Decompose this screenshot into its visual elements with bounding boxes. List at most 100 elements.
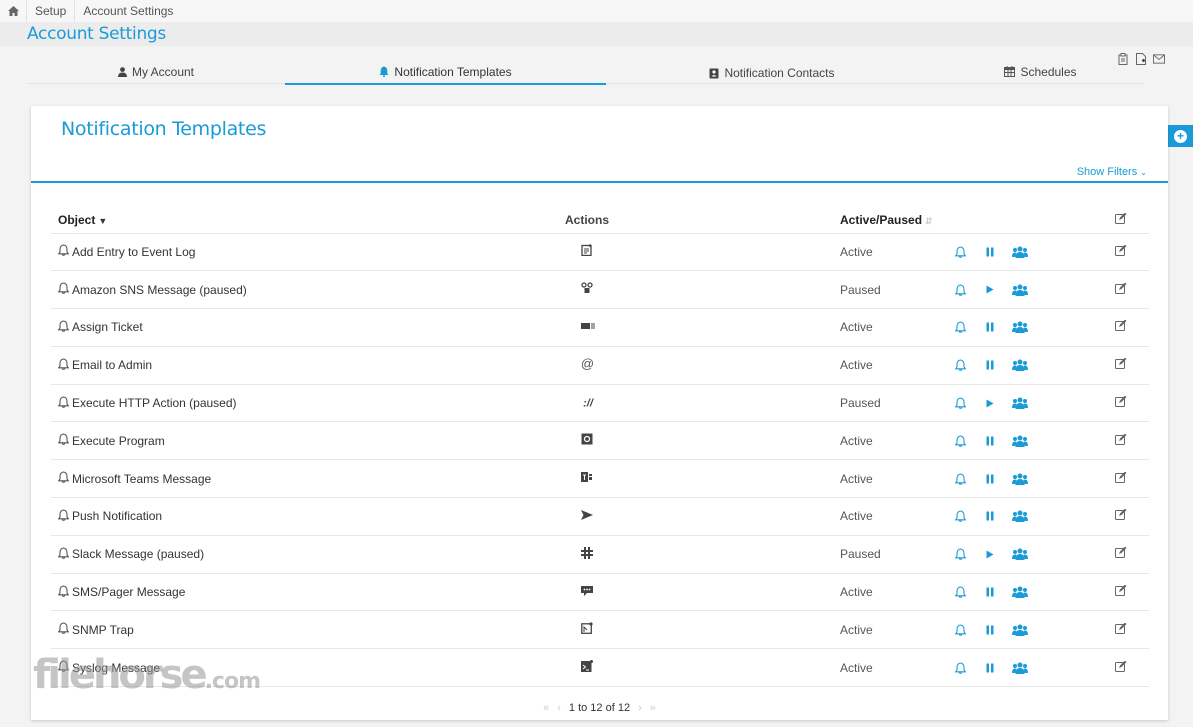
tab-schedules[interactable]: Schedules (938, 60, 1143, 83)
table-row[interactable]: Amazon SNS Message (paused) Paused (51, 270, 1149, 310)
play-icon[interactable] (981, 281, 999, 299)
envelope-icon[interactable] (1153, 52, 1165, 65)
pause-icon[interactable] (981, 318, 999, 336)
test-notification-bell-icon[interactable] (951, 621, 969, 639)
breadcrumb-account-settings[interactable]: Account Settings (75, 0, 181, 22)
add-document-icon[interactable] (1135, 52, 1147, 65)
users-icon[interactable] (1011, 432, 1029, 450)
template-name[interactable]: Syslog Message (72, 661, 160, 675)
controls-cell (939, 535, 1106, 574)
template-name[interactable]: SMS/Pager Message (72, 585, 185, 599)
test-notification-bell-icon[interactable] (951, 318, 969, 336)
edit-icon[interactable] (1115, 320, 1127, 332)
show-filters-link[interactable]: Show Filters ⌄ (1077, 166, 1147, 178)
table-row[interactable]: Slack Message (paused) Paused (51, 535, 1149, 574)
template-name[interactable]: Slack Message (paused) (72, 547, 204, 561)
status-text: Paused (840, 547, 881, 562)
table-row[interactable]: Execute HTTP Action (paused):// Paused (51, 384, 1149, 423)
play-icon[interactable] (981, 545, 999, 563)
edit-icon[interactable] (1115, 471, 1127, 483)
first-page-button[interactable]: « (543, 702, 549, 714)
template-name[interactable]: Assign Ticket (72, 320, 143, 334)
table-row[interactable]: Push Notification Active (51, 497, 1149, 536)
tab-my-account[interactable]: My Account (27, 60, 285, 83)
users-icon[interactable] (1011, 583, 1029, 601)
pause-icon[interactable] (981, 583, 999, 601)
edit-icon[interactable] (1115, 244, 1127, 256)
tab-notification-contacts[interactable]: Notification Contacts (606, 60, 938, 83)
table-row[interactable]: Syslog Message Active (51, 648, 1149, 688)
test-notification-bell-icon[interactable] (951, 394, 969, 412)
users-icon[interactable] (1011, 507, 1029, 525)
test-notification-bell-icon[interactable] (951, 659, 969, 677)
table-row[interactable]: Microsoft Teams Message Active (51, 459, 1149, 499)
template-name[interactable]: Amazon SNS Message (paused) (72, 283, 247, 297)
edit-icon[interactable] (1115, 585, 1127, 597)
edit-icon[interactable] (1115, 396, 1127, 408)
test-notification-bell-icon[interactable] (951, 281, 969, 299)
table-row[interactable]: Add Entry to Event Log Active (51, 233, 1149, 272)
test-notification-bell-icon[interactable] (951, 432, 969, 450)
test-notification-bell-icon[interactable] (951, 243, 969, 261)
template-name[interactable]: Microsoft Teams Message (72, 472, 211, 486)
pause-icon[interactable] (981, 507, 999, 525)
users-icon[interactable] (1011, 470, 1029, 488)
pause-icon[interactable] (981, 356, 999, 374)
users-icon[interactable] (1011, 659, 1029, 677)
template-name[interactable]: SNMP Trap (72, 623, 134, 637)
users-icon[interactable] (1011, 281, 1029, 299)
header-status[interactable]: Active/Paused ⇵ (833, 208, 939, 234)
pause-icon[interactable] (981, 243, 999, 261)
template-name[interactable]: Execute Program (72, 434, 165, 448)
play-icon[interactable] (981, 394, 999, 412)
object-cell: Microsoft Teams Message (51, 459, 565, 499)
pause-icon[interactable] (981, 659, 999, 677)
test-notification-bell-icon[interactable] (951, 356, 969, 374)
next-page-button[interactable]: › (638, 702, 642, 714)
prev-page-button[interactable]: ‹ (557, 702, 561, 714)
template-name[interactable]: Push Notification (72, 509, 162, 523)
pause-icon[interactable] (981, 621, 999, 639)
breadcrumb-setup[interactable]: Setup (27, 0, 76, 22)
edit-icon[interactable] (1115, 622, 1127, 634)
template-name[interactable]: Add Entry to Event Log (72, 245, 195, 259)
table-row[interactable]: Assign Ticket Active (51, 308, 1149, 347)
test-notification-bell-icon[interactable] (951, 583, 969, 601)
controls-cell (939, 346, 1106, 385)
edit-icon[interactable] (1115, 547, 1127, 559)
table-row[interactable]: Execute Program Active (51, 421, 1149, 461)
edit-icon[interactable] (1115, 282, 1127, 294)
users-icon[interactable] (1011, 243, 1029, 261)
breadcrumb-home[interactable] (0, 0, 27, 22)
test-notification-bell-icon[interactable] (951, 470, 969, 488)
edit-icon[interactable] (1115, 660, 1127, 672)
header-object[interactable]: Object ▼ (51, 208, 565, 234)
actions-cell (565, 308, 833, 347)
template-name[interactable]: Email to Admin (72, 358, 152, 372)
tab-notification-templates[interactable]: Notification Templates (285, 60, 606, 85)
users-icon[interactable] (1011, 318, 1029, 336)
last-page-button[interactable]: » (650, 702, 656, 714)
add-button[interactable]: + (1168, 125, 1193, 147)
users-icon[interactable] (1011, 394, 1029, 412)
pause-icon[interactable] (981, 432, 999, 450)
users-icon[interactable] (1011, 356, 1029, 374)
edit-icon[interactable] (1115, 433, 1127, 445)
edit-icon[interactable] (1115, 213, 1127, 225)
table-row[interactable]: SNMP Trap Active (51, 610, 1149, 650)
pause-icon[interactable] (981, 470, 999, 488)
template-name[interactable]: Execute HTTP Action (paused) (72, 396, 237, 410)
header-edit[interactable] (1106, 208, 1149, 234)
users-icon[interactable] (1011, 621, 1029, 639)
edit-icon[interactable] (1115, 509, 1127, 521)
test-notification-bell-icon[interactable] (951, 545, 969, 563)
controls-cell (939, 497, 1106, 536)
users-icon[interactable] (1011, 545, 1029, 563)
snmp-icon (581, 622, 593, 635)
table-row[interactable]: Email to Admin @ Active (51, 346, 1149, 385)
clipboard-icon[interactable] (1117, 52, 1129, 65)
header-object-label: Object (58, 213, 96, 228)
table-row[interactable]: SMS/Pager Message Active (51, 573, 1149, 612)
test-notification-bell-icon[interactable] (951, 507, 969, 525)
edit-icon[interactable] (1115, 358, 1127, 370)
